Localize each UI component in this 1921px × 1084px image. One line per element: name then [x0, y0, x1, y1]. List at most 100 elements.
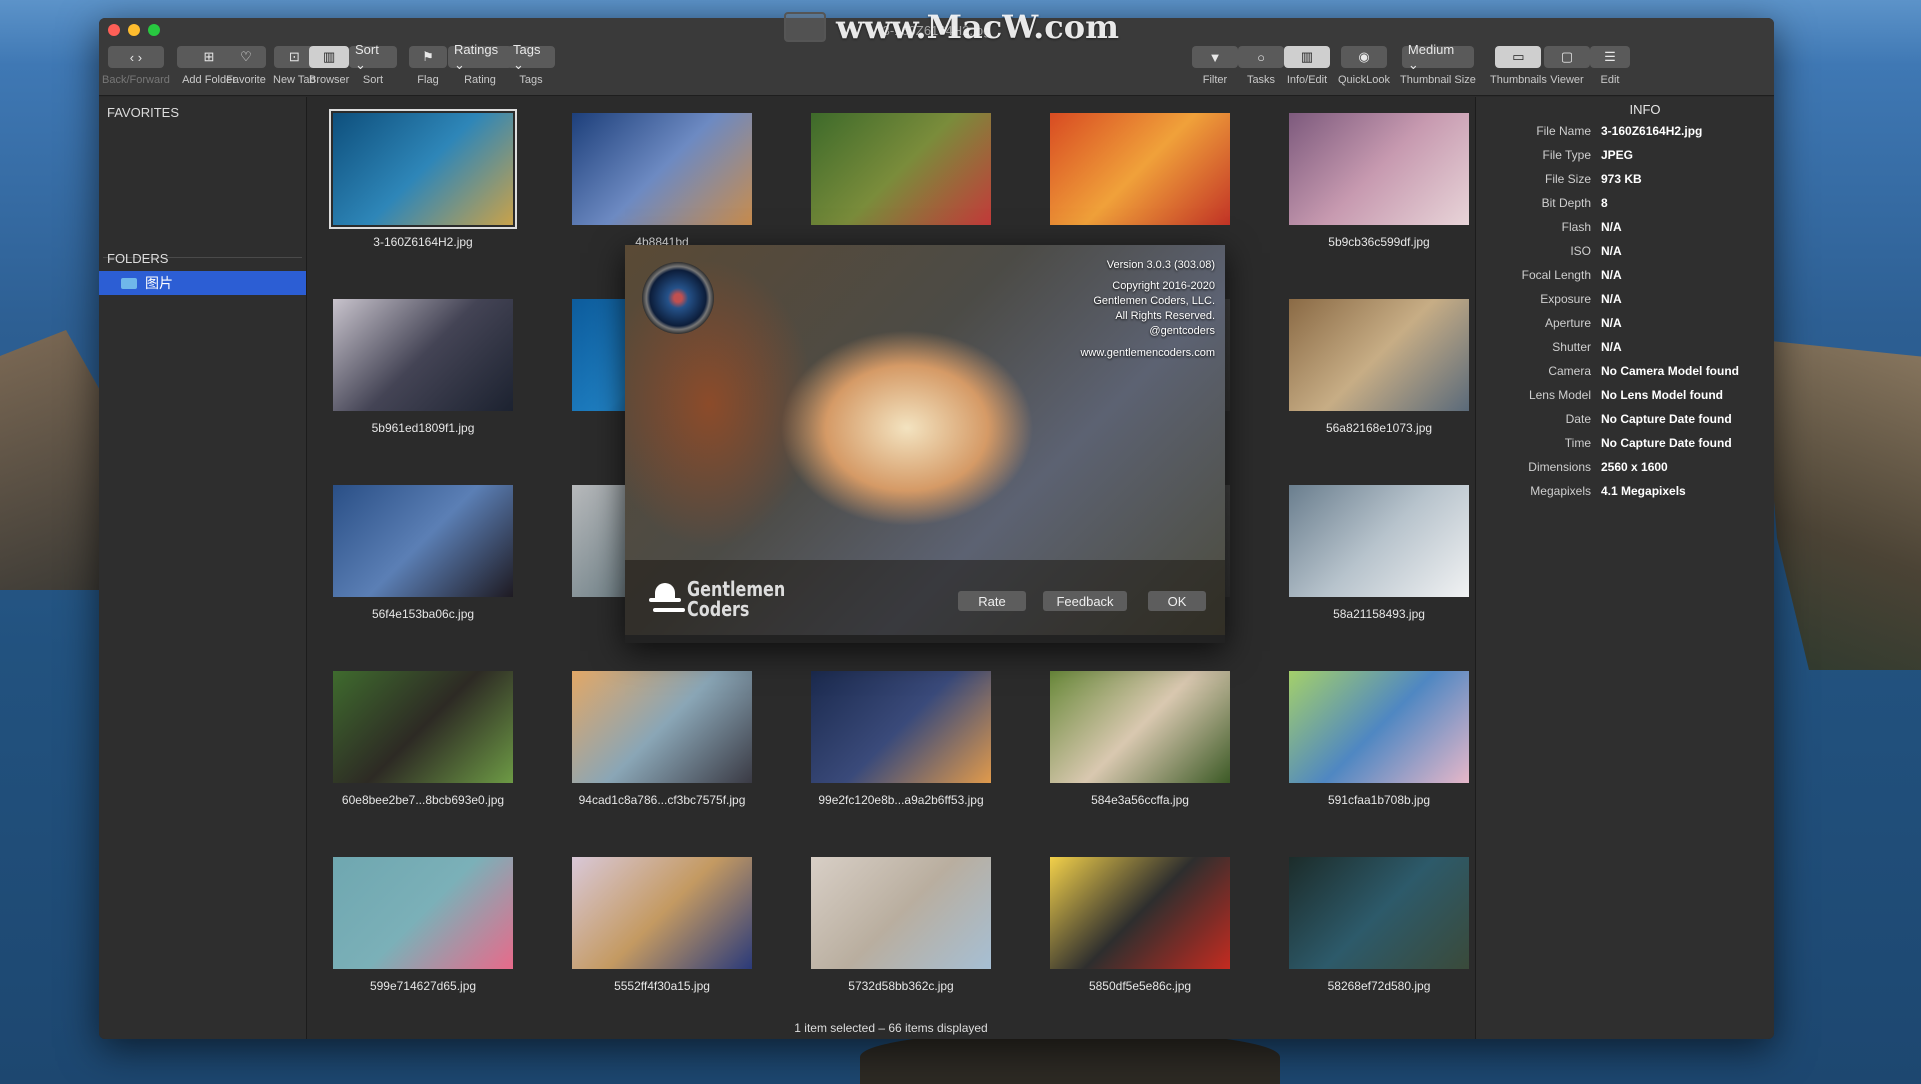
tags-button[interactable]: Tags ⌄ — [507, 42, 555, 72]
thumbnail-image[interactable] — [811, 113, 991, 225]
toolbar-thumbnail-size[interactable]: Medium ⌄ Thumbnail Size — [1400, 42, 1476, 87]
thumbnail-item[interactable]: 5732d58bb362c.jpg — [801, 843, 1001, 1029]
thumbnails-button[interactable]: ▭ — [1495, 46, 1542, 68]
thumbnail-item[interactable]: 58268ef72d580.jpg — [1279, 843, 1479, 1029]
info-row: Bit Depth 8 — [1476, 191, 1774, 215]
info-row: Megapixels 4.1 Megapixels — [1476, 479, 1774, 503]
quicklook-label: QuickLook — [1338, 74, 1390, 86]
info-value: 8 — [1601, 196, 1608, 210]
toolbar-flag[interactable]: ⚑ Flag — [409, 46, 447, 86]
toolbar-filter[interactable]: ▼ Filter — [1192, 46, 1238, 86]
sort-button[interactable]: Sort ⌄ — [349, 42, 397, 72]
filter-button[interactable]: ▼ — [1192, 46, 1238, 68]
toolbar-sort[interactable]: Sort ⌄ Sort — [349, 42, 397, 86]
back-forward-button[interactable]: ‹ › — [107, 46, 164, 68]
eye-icon: ◉ — [1358, 49, 1370, 64]
rate-button[interactable]: Rate — [958, 591, 1026, 611]
info-key: File Size — [1544, 172, 1591, 186]
thumbnail-item[interactable]: 5552ff4f30a15.jpg — [562, 843, 762, 1029]
viewer-button[interactable]: ▢ — [1544, 46, 1590, 68]
viewer-label: Viewer — [1550, 74, 1584, 86]
toolbar-rating[interactable]: Ratings ⌄ Rating — [448, 42, 512, 86]
thumbnail-filename: 5552ff4f30a15.jpg — [614, 979, 710, 993]
thumbnail-image[interactable] — [333, 857, 513, 969]
thumbnail-image[interactable] — [1289, 671, 1469, 783]
info-value: No Camera Model found — [1601, 364, 1740, 378]
tasks-button[interactable]: ○ — [1238, 46, 1284, 68]
thumbnail-item[interactable]: 591cfaa1b708b.jpg — [1279, 657, 1479, 843]
toolbar-tasks[interactable]: ○ Tasks — [1238, 46, 1284, 86]
thumbnail-item[interactable]: 5850df5e5e86c.jpg — [1040, 843, 1240, 1029]
ok-button[interactable]: OK — [1148, 591, 1206, 611]
thumbnail-item[interactable]: 99e2fc120e8b...a9a2b6ff53.jpg — [801, 657, 1001, 843]
info-edit-button[interactable]: ▥ — [1284, 46, 1330, 68]
thumbnail-item[interactable]: 94cad1c8a786...cf3bc7575f.jpg — [562, 657, 762, 843]
thumbnail-image[interactable] — [572, 857, 752, 969]
tags-label: Tags — [519, 74, 543, 86]
thumbnail-size-button[interactable]: Medium ⌄ — [1401, 42, 1474, 72]
thumbnail-image[interactable] — [333, 485, 513, 597]
thumbnail-item[interactable]: 584e3a56ccffa.jpg — [1040, 657, 1240, 843]
rating-button[interactable]: Ratings ⌄ — [448, 42, 512, 72]
thumbnail-item[interactable]: 56f4e153ba06c.jpg — [323, 471, 523, 657]
thumbnail-image[interactable] — [1050, 113, 1230, 225]
edit-button[interactable]: ☰ — [1590, 46, 1630, 68]
quicklook-button[interactable]: ◉ — [1340, 46, 1387, 68]
thumbnail-image[interactable] — [572, 113, 752, 225]
app-lens-icon — [642, 262, 714, 334]
thumbnail-image[interactable] — [333, 671, 513, 783]
thumbnails-label: Thumbnails — [1490, 74, 1547, 86]
folders-header: FOLDERS — [107, 251, 169, 266]
flag-button[interactable]: ⚑ — [409, 46, 447, 68]
thumbnail-image[interactable] — [1050, 857, 1230, 969]
thumbnail-image[interactable] — [1289, 113, 1469, 225]
toolbar-thumbnails[interactable]: ▭ Thumbnails — [1490, 46, 1547, 86]
thumbnail-image[interactable] — [1289, 485, 1469, 597]
thumbnail-image[interactable] — [1289, 299, 1469, 411]
favorite-button[interactable]: ♡ — [226, 46, 266, 68]
thumbnail-item[interactable]: 60e8bee2be7...8bcb693e0.jpg — [323, 657, 523, 843]
toolbar-tags[interactable]: Tags ⌄ Tags — [507, 42, 555, 86]
thumbnail-image[interactable] — [333, 299, 513, 411]
toolbar-info-edit[interactable]: ▥ Info/Edit — [1284, 46, 1330, 86]
toolbar-favorite[interactable]: ♡ Favorite — [226, 46, 266, 86]
info-value: N/A — [1601, 316, 1622, 330]
browser-button[interactable]: ▥ — [309, 46, 350, 68]
toolbar-edit[interactable]: ☰ Edit — [1590, 46, 1630, 86]
thumbnail-image[interactable] — [811, 671, 991, 783]
version-text: Version 3.0.3 (303.08) — [1106, 259, 1215, 271]
sidebar-folder-item[interactable]: 图片 — [99, 271, 306, 295]
info-row: File Name 3-160Z6164H2.jpg — [1476, 119, 1774, 143]
viewer-icon: ▢ — [1560, 49, 1574, 64]
toolbar-viewer[interactable]: ▢ Viewer — [1544, 46, 1590, 86]
thumbnail-filename: 5b961ed1809f1.jpg — [371, 421, 475, 435]
thumbnail-image[interactable] — [1289, 857, 1469, 969]
thumbnail-item[interactable]: 5b9cb36c599df.jpg — [1279, 99, 1479, 285]
toolbar-browser[interactable]: ▥ Browser — [309, 46, 349, 86]
thumbnail-item[interactable]: 56a82168e1073.jpg — [1279, 285, 1479, 471]
thumbnail-image[interactable] — [1050, 671, 1230, 783]
info-row: ISO N/A — [1476, 239, 1774, 263]
thumbnail-filename: 58a21158493.jpg — [1333, 607, 1425, 621]
info-key: Megapixels — [1530, 484, 1591, 498]
info-panel: INFO File Name 3-160Z6164H2.jpg File Type J… — [1475, 97, 1774, 1039]
toolbar-quicklook[interactable]: ◉ QuickLook — [1338, 46, 1390, 86]
thumbnail-item[interactable]: 3-160Z6164H2.jpg — [323, 99, 523, 285]
folder-plus-icon: ⊞ — [203, 49, 215, 64]
thumbnail-image[interactable] — [572, 671, 752, 783]
thumbnail-item[interactable]: 58a21158493.jpg — [1279, 471, 1479, 657]
desktop-cliff-right — [1761, 340, 1921, 670]
info-key: Exposure — [1540, 292, 1591, 306]
thumbnail-item[interactable]: 5b961ed1809f1.jpg — [323, 285, 523, 471]
feedback-button[interactable]: Feedback — [1043, 591, 1127, 611]
thumbnail-image[interactable] — [811, 857, 991, 969]
website-link[interactable]: www.gentlemencoders.com — [1080, 346, 1215, 361]
info-value: 973 KB — [1601, 172, 1642, 186]
toolbar-back-forward[interactable]: ‹ › Back/Forward — [102, 46, 170, 86]
thumbnail-filename: 5850df5e5e86c.jpg — [1088, 979, 1192, 993]
sidebar: FAVORITES FOLDERS 图片 — [99, 97, 307, 1039]
info-key: Date — [1565, 412, 1591, 426]
tasks-label: Tasks — [1246, 74, 1276, 86]
thumbnail-image[interactable] — [329, 109, 517, 229]
thumbnail-item[interactable]: 599e714627d65.jpg — [323, 843, 523, 1029]
